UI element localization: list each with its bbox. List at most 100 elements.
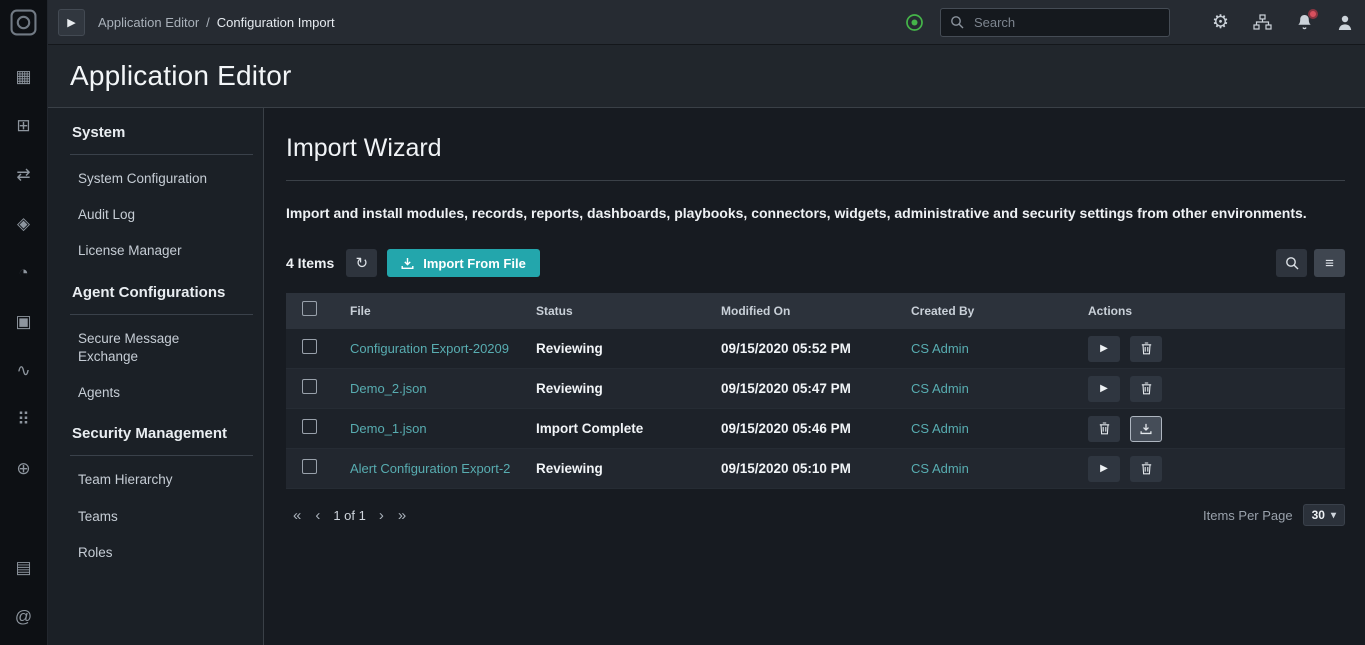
play-icon: ▶: [67, 16, 75, 29]
shield-icon[interactable]: ◈: [0, 199, 48, 248]
play-icon: ▶: [1100, 463, 1108, 474]
delete-button[interactable]: [1130, 336, 1162, 362]
delete-button[interactable]: [1088, 416, 1120, 442]
import-from-file-button[interactable]: Import From File: [387, 249, 540, 277]
items-per-page-select[interactable]: 30 ▾: [1303, 504, 1345, 526]
last-page-icon: »: [398, 507, 406, 524]
execute-button[interactable]: ▶: [1088, 456, 1120, 482]
row-checkbox[interactable]: [302, 379, 317, 394]
status-value: Reviewing: [536, 381, 721, 396]
icon-rail: ▦ ⊞ ⇄ ◈ ◔ ▣ ∿ ⠿ ⊕ ▤ @: [0, 0, 48, 645]
table-options-button[interactable]: ≡: [1314, 249, 1345, 277]
app-logo: [10, 9, 37, 36]
first-page-icon: «: [293, 507, 301, 524]
last-page-button[interactable]: »: [391, 507, 413, 524]
pagination: « ‹ 1 of 1 › » Items Per Page 30 ▾: [286, 504, 1345, 526]
run-button[interactable]: ▶: [58, 9, 85, 36]
toolbar-right: ≡: [1276, 249, 1345, 277]
case-management-icon[interactable]: ▣: [0, 297, 48, 346]
table-row: Alert Configuration Export-2 Reviewing 0…: [286, 449, 1345, 489]
created-by-link[interactable]: CS Admin: [911, 461, 969, 476]
modified-on-value: 09/15/2020 05:47 PM: [721, 381, 911, 396]
items-count: 4 Items: [286, 255, 334, 271]
sidebar-section-agent-configurations: Agent Configurations Secure Message Exch…: [48, 284, 263, 412]
header-file: File: [350, 304, 536, 318]
created-by-link[interactable]: CS Admin: [911, 421, 969, 436]
table-header-row: File Status Modified On Created By Actio…: [286, 293, 1345, 329]
file-link[interactable]: Demo_1.json: [350, 421, 427, 436]
user-avatar-icon[interactable]: [1337, 14, 1353, 31]
sidebar-item-system-configuration[interactable]: System Configuration: [48, 161, 263, 197]
items-per-page-label: Items Per Page: [1203, 508, 1293, 523]
breadcrumb-parent[interactable]: Application Editor: [98, 15, 199, 30]
global-search: [940, 8, 1170, 37]
page-indicator: 1 of 1: [333, 508, 366, 523]
import-table: File Status Modified On Created By Actio…: [286, 293, 1345, 489]
search-input[interactable]: [972, 14, 1160, 31]
execute-button[interactable]: ▶: [1088, 336, 1120, 362]
row-checkbox[interactable]: [302, 339, 317, 354]
execute-button[interactable]: ▶: [1088, 376, 1120, 402]
table-row: Demo_2.json Reviewing 09/15/2020 05:47 P…: [286, 369, 1345, 409]
table-row: Configuration Export-20209 Reviewing 09/…: [286, 329, 1345, 369]
sidebar-item-roles[interactable]: Roles: [48, 535, 263, 571]
import-button-label: Import From File: [423, 256, 526, 271]
items-per-page-value: 30: [1312, 508, 1325, 522]
sidebar-item-secure-message-exchange[interactable]: Secure Message Exchange: [48, 321, 263, 375]
sidebar-item-agents[interactable]: Agents: [48, 375, 263, 411]
dashboard-icon[interactable]: ▦: [0, 52, 48, 101]
items-per-page: Items Per Page 30 ▾: [1203, 504, 1345, 526]
sidebar-item-teams[interactable]: Teams: [48, 499, 263, 535]
page-title: Application Editor: [70, 60, 292, 92]
breadcrumb-current: Configuration Import: [217, 15, 335, 30]
next-page-button[interactable]: ›: [372, 507, 391, 524]
section-title: Security Management: [48, 425, 263, 442]
title-divider: [286, 180, 1345, 181]
first-page-button[interactable]: «: [286, 507, 308, 524]
modified-on-value: 09/15/2020 05:10 PM: [721, 461, 911, 476]
routing-icon[interactable]: ⇄: [0, 150, 48, 199]
play-icon: ▶: [1100, 343, 1108, 354]
widgets-icon[interactable]: ⠿: [0, 395, 48, 444]
play-icon: ▶: [1100, 383, 1108, 394]
section-divider: [70, 314, 253, 315]
delete-button[interactable]: [1130, 456, 1162, 482]
sidebar-item-audit-log[interactable]: Audit Log: [48, 197, 263, 233]
modules-icon[interactable]: ⊞: [0, 101, 48, 150]
file-link[interactable]: Demo_2.json: [350, 381, 427, 396]
header-status: Status: [536, 304, 721, 318]
refresh-button[interactable]: ↻: [346, 249, 377, 277]
mentions-icon[interactable]: @: [0, 592, 48, 641]
refresh-icon: ↻: [355, 254, 368, 272]
created-by-link[interactable]: CS Admin: [911, 341, 969, 356]
system-health-icon[interactable]: [905, 13, 924, 32]
sidebar: System System Configuration Audit Log Li…: [48, 108, 264, 645]
sidebar-item-team-hierarchy[interactable]: Team Hierarchy: [48, 462, 263, 498]
file-link[interactable]: Configuration Export-20209: [350, 341, 509, 356]
sitemap-icon[interactable]: [1253, 14, 1272, 30]
section-divider: [70, 154, 253, 155]
breadcrumb: Application Editor / Configuration Impor…: [98, 15, 335, 30]
reimport-button[interactable]: [1130, 416, 1162, 442]
sidebar-item-license-manager[interactable]: License Manager: [48, 233, 263, 269]
file-link[interactable]: Alert Configuration Export-2: [350, 461, 510, 476]
connectors-icon[interactable]: ⊕: [0, 444, 48, 493]
reimport-icon: [1140, 423, 1152, 435]
created-by-link[interactable]: CS Admin: [911, 381, 969, 396]
table-search-button[interactable]: [1276, 249, 1307, 277]
reports-icon[interactable]: ∿: [0, 346, 48, 395]
settings-gear-icon[interactable]: ⚙: [1212, 11, 1229, 34]
tasks-icon[interactable]: ▤: [0, 543, 48, 592]
main-content: Import Wizard Import and install modules…: [264, 108, 1365, 645]
notifications-bell-icon[interactable]: [1296, 13, 1313, 31]
sidebar-section-system: System System Configuration Audit Log Li…: [48, 124, 263, 270]
select-all-checkbox[interactable]: [302, 301, 317, 316]
gauge-icon[interactable]: ◔: [0, 248, 48, 297]
next-page-icon: ›: [379, 507, 384, 524]
prev-page-button[interactable]: ‹: [308, 507, 327, 524]
delete-button[interactable]: [1130, 376, 1162, 402]
status-value: Reviewing: [536, 461, 721, 476]
row-checkbox[interactable]: [302, 419, 317, 434]
import-wizard-description: Import and install modules, records, rep…: [286, 205, 1345, 221]
row-checkbox[interactable]: [302, 459, 317, 474]
